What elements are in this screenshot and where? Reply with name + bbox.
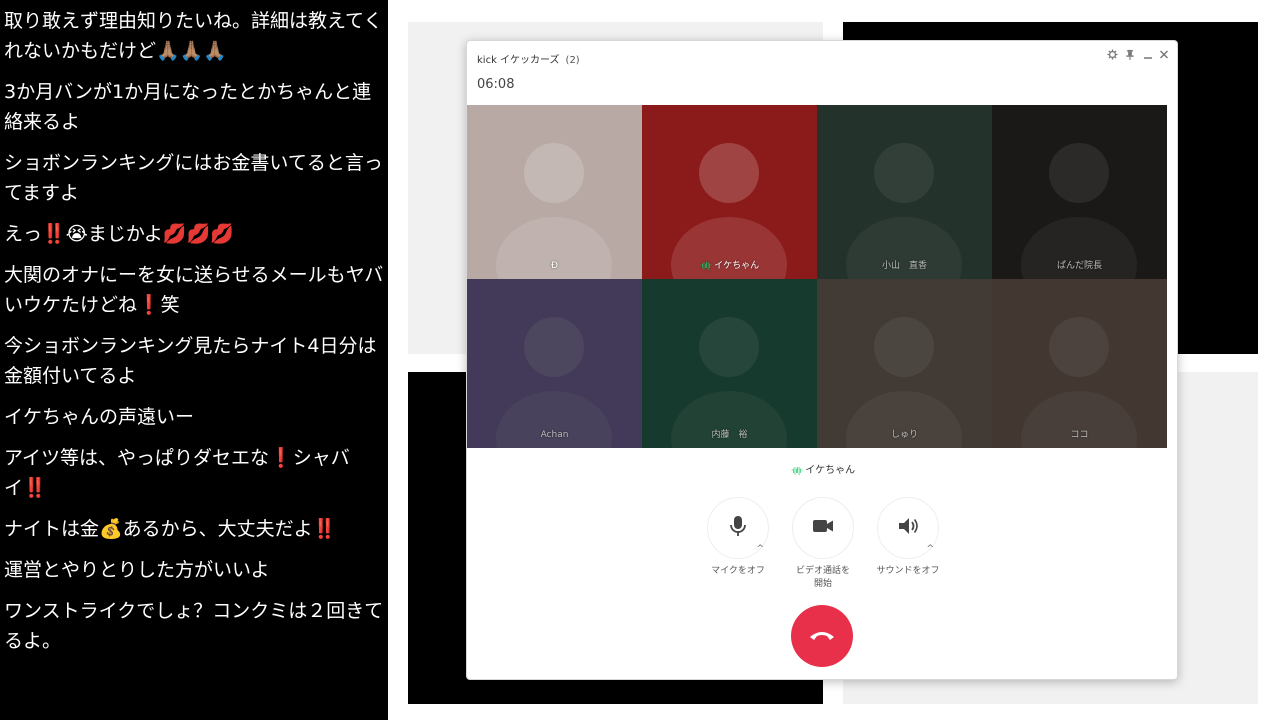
person-portrait-icon	[671, 143, 787, 279]
minimize-icon[interactable]	[1143, 49, 1153, 63]
mic-label: マイクをオフ	[711, 566, 765, 576]
audio-wave-icon: ·ı|ıl|ı·	[699, 261, 712, 270]
participant-name: Đ	[551, 261, 558, 271]
title-bar: kick イケッカーズ (2)	[467, 41, 1177, 73]
participant-tile[interactable]: ·ı|ıl|ı· イケちゃん	[642, 105, 817, 279]
participant-name: ぱんだ院長	[1056, 261, 1102, 271]
video-grid: Đ ·ı|ıl|ı· イケちゃん 小山 直香 ぱんだ院長 Achan 内藤 裕 しゅり ココ	[467, 105, 1167, 448]
window-title: kick イケッカーズ (2)	[477, 51, 580, 66]
video-control: ビデオ通話を 開始	[791, 497, 855, 591]
participant-label: ぱんだ院長	[992, 258, 1167, 271]
chat-message: ワンストライクでしょ？コンクミは２回きてるよ。	[4, 600, 384, 652]
participant-label: しゅり	[817, 427, 992, 440]
tile-dim-overlay	[467, 279, 642, 448]
tile-dim-overlay	[642, 279, 817, 448]
sound-button[interactable]: ^	[877, 497, 939, 559]
chat-message: ショボンランキングにはお金書いてると言ってますよ	[4, 152, 383, 204]
video-button[interactable]	[792, 497, 854, 559]
participant-name: 内藤 裕	[711, 430, 748, 440]
chat-message: アイツ等は、やっぱりダセエな❗️シャバイ‼️	[4, 447, 350, 499]
end-call-button[interactable]	[791, 605, 853, 667]
participant-label: Đ	[467, 261, 642, 271]
chat-message: イケちゃんの声遠いー	[4, 406, 195, 428]
active-speaker: ·ı|ıl|ı· イケちゃん	[467, 461, 1177, 476]
participant-label: 内藤 裕	[642, 427, 817, 440]
mic-options-caret-icon[interactable]: ^	[756, 544, 764, 554]
call-window: kick イケッカーズ (2) 06:08 Đ ·ı|ıl|ı· イケちゃん 小山 直香…	[466, 40, 1178, 680]
tile-dim-overlay	[992, 279, 1167, 448]
tile-dim-overlay	[992, 105, 1167, 279]
participant-tile[interactable]: 小山 直香	[817, 105, 992, 279]
sound-label: サウンドをオフ	[876, 566, 940, 576]
chat-message: 運営とやりとりした方がいいよ	[4, 559, 270, 581]
participant-name: 小山 直香	[881, 261, 927, 271]
microphone-icon	[729, 515, 747, 541]
close-icon[interactable]	[1159, 49, 1169, 63]
participant-count: (2)	[565, 55, 580, 66]
participant-tile[interactable]: ココ	[992, 279, 1167, 448]
pin-icon[interactable]	[1125, 49, 1135, 63]
speaker-icon	[897, 517, 919, 539]
participant-label: 小山 直香	[817, 258, 992, 271]
hang-up-icon	[808, 627, 836, 646]
call-timer: 06:08	[477, 77, 515, 92]
video-label: ビデオ通話を 開始	[791, 565, 855, 591]
participant-name: イケちゃん	[714, 261, 760, 271]
video-camera-icon	[812, 518, 834, 538]
participant-name: ココ	[1070, 430, 1089, 440]
chat-panel: 取り敢えず理由知りたいね。詳細は教えてくれないかもだけど🙏🏽🙏🏽🙏🏽 3か月バンが…	[0, 0, 388, 720]
tile-dim-overlay	[817, 279, 992, 448]
participant-tile[interactable]: しゅり	[817, 279, 992, 448]
chat-message: 大関のオナにーを女に送らせるメールもヤバいウケたけどね❗️笑	[4, 264, 384, 316]
video-label-line2: 開始	[813, 579, 832, 589]
participant-label: Achan	[467, 430, 642, 440]
mic-button[interactable]: ^	[707, 497, 769, 559]
video-label-line1: ビデオ通話を	[795, 566, 850, 576]
chat-message: 今ショボンランキング見たらナイト4日分は金額付いてるよ	[4, 335, 377, 387]
participant-name: Achan	[540, 430, 569, 440]
participant-tile[interactable]: 内藤 裕	[642, 279, 817, 448]
person-silhouette-icon	[496, 143, 612, 279]
chat-message: 3か月バンが1か月になったとかちゃんと連絡来るよ	[4, 81, 372, 133]
tile-dim-overlay	[817, 105, 992, 279]
chat-message: ナイトは金💰あるから、大丈夫だよ‼️	[4, 518, 337, 540]
chat-message: えっ‼️😭まじかよ💋💋💋	[4, 223, 234, 245]
settings-icon[interactable]	[1107, 49, 1118, 63]
sound-options-caret-icon[interactable]: ^	[926, 544, 934, 554]
participant-name: しゅり	[890, 430, 918, 440]
chat-message: 取り敢えず理由知りたいね。詳細は教えてくれないかもだけど🙏🏽🙏🏽🙏🏽	[4, 10, 383, 62]
mic-control: ^ マイクをオフ	[706, 497, 770, 578]
participant-tile[interactable]: Achan	[467, 279, 642, 448]
audio-wave-icon: ·ı|ıl|ı·	[790, 466, 803, 475]
participant-label: ·ı|ıl|ı· イケちゃん	[642, 258, 817, 271]
participant-label: ココ	[992, 427, 1167, 440]
participant-tile[interactable]: Đ	[467, 105, 642, 279]
active-speaker-name: イケちゃん	[805, 465, 856, 476]
sound-control: ^ サウンドをオフ	[876, 497, 940, 578]
group-name: kick イケッカーズ	[477, 55, 560, 66]
participant-tile[interactable]: ぱんだ院長	[992, 105, 1167, 279]
